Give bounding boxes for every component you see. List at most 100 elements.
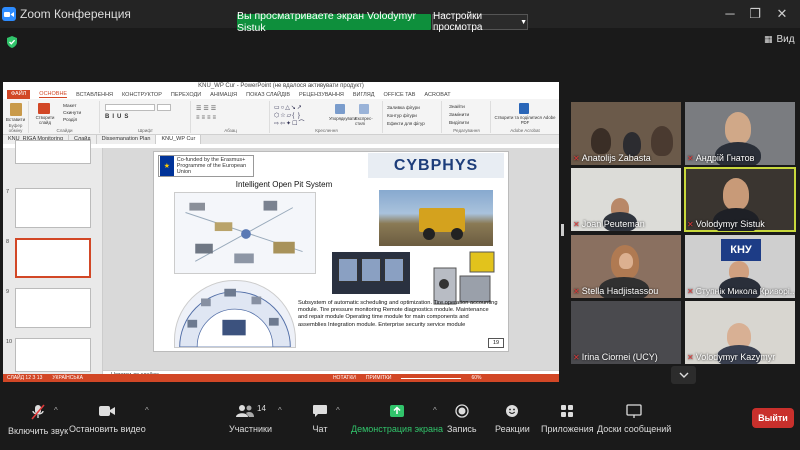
chat-bubble-icon [313, 405, 327, 417]
ppt-tab-home[interactable]: ОСНОВНЕ [39, 91, 68, 98]
shape-effects-button[interactable]: Ефекти для фігур [387, 120, 425, 128]
gallery-next-page-button[interactable] [671, 366, 696, 384]
reset-button[interactable]: Скинути [63, 110, 81, 117]
replace-button[interactable]: Замінити [449, 112, 469, 120]
ppt-ribbon: Вставити Буфер обміну Створити слайд Мак… [3, 99, 559, 135]
comments-toggle[interactable]: ПРИМІТКИ [366, 375, 392, 381]
doc-tab-dissemination[interactable]: Dissemanation Plan [96, 135, 157, 144]
view-options-button[interactable]: Настройки просмотра ▼ [432, 11, 528, 33]
shape-fill-button[interactable]: Заливка фігури [387, 104, 425, 112]
participant-tile[interactable]: ✕ Андрій Гнатов [685, 102, 795, 165]
slide-thumbnail[interactable] [15, 188, 91, 228]
shared-screen[interactable]: KNU_WP Cur - PowerPoint (не вдалося акти… [3, 82, 559, 382]
acrobat-group: Створити та поділитися Adobe PDF Adobe A… [492, 101, 558, 133]
chevron-down-icon: ▼ [520, 18, 527, 26]
maximize-icon[interactable]: ❐ [745, 6, 765, 22]
ppt-tab-view[interactable]: ВИГЛЯД [353, 92, 375, 98]
participant-name: Joan Peuteman [581, 219, 645, 229]
zoom-slider[interactable] [401, 377, 462, 379]
slide-thumbnail-selected[interactable] [15, 238, 91, 278]
participant-name: Ступнік Микола Криворі... [695, 286, 795, 296]
ppt-tab-officetab[interactable]: OFFICE TAB [384, 92, 416, 98]
text-format-buttons[interactable]: BIUS [105, 114, 131, 120]
video-options-caret[interactable]: ^ [145, 406, 149, 415]
minimize-icon[interactable]: ─ [720, 6, 740, 21]
mic-muted-icon: ✕ [573, 154, 580, 163]
chat-options-caret[interactable]: ^ [336, 406, 340, 415]
participant-tile[interactable]: ✕ Joan Peuteman [571, 168, 681, 231]
view-options-label: Настройки просмотра [433, 11, 483, 33]
ppt-status-bar: СЛАЙД 12 З 13 УКРАЇНСЬКА НОТАТКИ ПРИМІТК… [3, 374, 559, 382]
align-buttons[interactable]: ≡≡≡≡ [196, 115, 218, 121]
eu-funding-logo: ★ Co-funded by the Erasmus+ Programme of… [158, 155, 254, 177]
font-size-field[interactable] [157, 104, 171, 111]
current-slide[interactable]: ★ Co-funded by the Erasmus+ Programme of… [153, 151, 509, 352]
new-slide-icon[interactable] [38, 103, 50, 114]
security-shield-icon[interactable] [6, 36, 18, 48]
participant-tile[interactable]: КНУ ✕ Ступнік Микола Криворі... [685, 235, 795, 298]
adobe-pdf-label: Створити та поділитися Adobe PDF [494, 115, 556, 125]
participant-tile[interactable]: ✕ Irina Ciornei (UCY) [571, 301, 681, 364]
stop-video-button[interactable]: Остановить видео [69, 404, 146, 434]
apps-button[interactable]: Приложения [541, 404, 594, 434]
slide-thumbnail[interactable] [15, 288, 91, 328]
share-screen-button[interactable]: Демонстрация экрана [351, 404, 443, 434]
chevron-down-icon [679, 372, 688, 378]
whiteboards-button[interactable]: Доски сообщений [597, 404, 671, 434]
section-button[interactable]: Розділ [63, 117, 81, 124]
share-screen-icon [389, 405, 404, 417]
video-camera-icon [99, 406, 116, 416]
ppt-tab-file[interactable]: ФАЙЛ [7, 90, 31, 99]
layout-button[interactable]: Макет [63, 103, 81, 110]
leave-button[interactable]: Выйти [752, 408, 794, 428]
list-buttons[interactable]: ☰☰☰ [196, 105, 218, 112]
font-group: BIUS Шрифт [101, 101, 191, 133]
mic-muted-icon: ✕ [573, 220, 580, 229]
find-button[interactable]: Знайти [449, 104, 469, 112]
share-options-caret[interactable]: ^ [433, 406, 437, 415]
arrange-icon[interactable] [335, 104, 345, 114]
ppt-tab-insert[interactable]: ВСТАВЛЕННЯ [76, 92, 113, 98]
clipboard-group: Вставити Буфер обміну [3, 101, 29, 133]
ppt-tab-acrobat[interactable]: ACROBAT [424, 92, 450, 98]
slide-thumbnail[interactable] [15, 338, 91, 372]
reactions-button[interactable]: Реакции [495, 404, 530, 434]
slide-thumbnail[interactable] [15, 140, 91, 164]
shape-outline-button[interactable]: Контур фігури [387, 112, 425, 120]
notes-toggle[interactable]: НОТАТКИ [333, 375, 356, 381]
paste-icon[interactable] [10, 103, 22, 116]
slides-group: Створити слайд Макет Скинути Розділ Слай… [30, 101, 100, 133]
adobe-pdf-icon[interactable] [519, 103, 529, 114]
participant-tile[interactable]: ✕ Anatolijs Zabasta [571, 102, 681, 165]
share-screen-label: Демонстрация экрана [351, 424, 443, 434]
zoom-level: 60% [471, 375, 482, 381]
apps-grid-icon [561, 405, 574, 417]
ppt-tab-review[interactable]: РЕЦЕНЗУВАННЯ [299, 92, 344, 98]
shapes-gallery[interactable]: ▭○△↘↗ ⬡☆▱{ } ⇨⇦✦☐⌒ [274, 104, 332, 128]
editing-group: Знайти Замінити Виділити Редагування [443, 101, 491, 133]
select-button[interactable]: Виділити [449, 120, 469, 128]
quick-styles-icon[interactable] [359, 104, 369, 114]
arrange-label: Упорядкувати [329, 116, 357, 121]
participant-tile-active-speaker[interactable]: ✕ Volodymyr Sistuk [684, 167, 796, 232]
ppt-tab-transitions[interactable]: ПЕРЕХОДИ [171, 92, 201, 98]
participant-tile[interactable]: ✕ Volodymyr Kazymyr [685, 301, 795, 364]
chat-button[interactable]: Чат [312, 404, 328, 434]
ppt-tab-design[interactable]: КОНСТРУКТОР [122, 92, 162, 98]
audio-options-caret[interactable]: ^ [54, 406, 58, 415]
close-icon[interactable]: ✕ [772, 6, 792, 22]
view-button[interactable]: ▦ Вид [764, 34, 795, 45]
unmute-button[interactable]: Включить звук [8, 404, 68, 436]
record-button[interactable]: Запись [447, 404, 477, 434]
window-title: Zoom Конференция [20, 7, 131, 21]
font-name-field[interactable] [105, 104, 155, 111]
font-label: Шрифт [138, 128, 153, 133]
participants-options-caret[interactable]: ^ [278, 406, 282, 415]
participant-tile[interactable]: ✕ Stella Hadjistassou [571, 235, 681, 298]
participant-name: Андрій Гнатов [695, 153, 755, 163]
doc-tab-wp-cur[interactable]: KNU_WP Cur [156, 135, 202, 144]
ppt-tab-slideshow[interactable]: ПОКАЗ СЛАЙДІВ [246, 92, 290, 98]
participants-button[interactable]: 14 Участники [229, 404, 272, 434]
ppt-tab-animation[interactable]: АНІМАЦІЯ [210, 92, 237, 98]
splitter-handle[interactable] [561, 224, 564, 236]
